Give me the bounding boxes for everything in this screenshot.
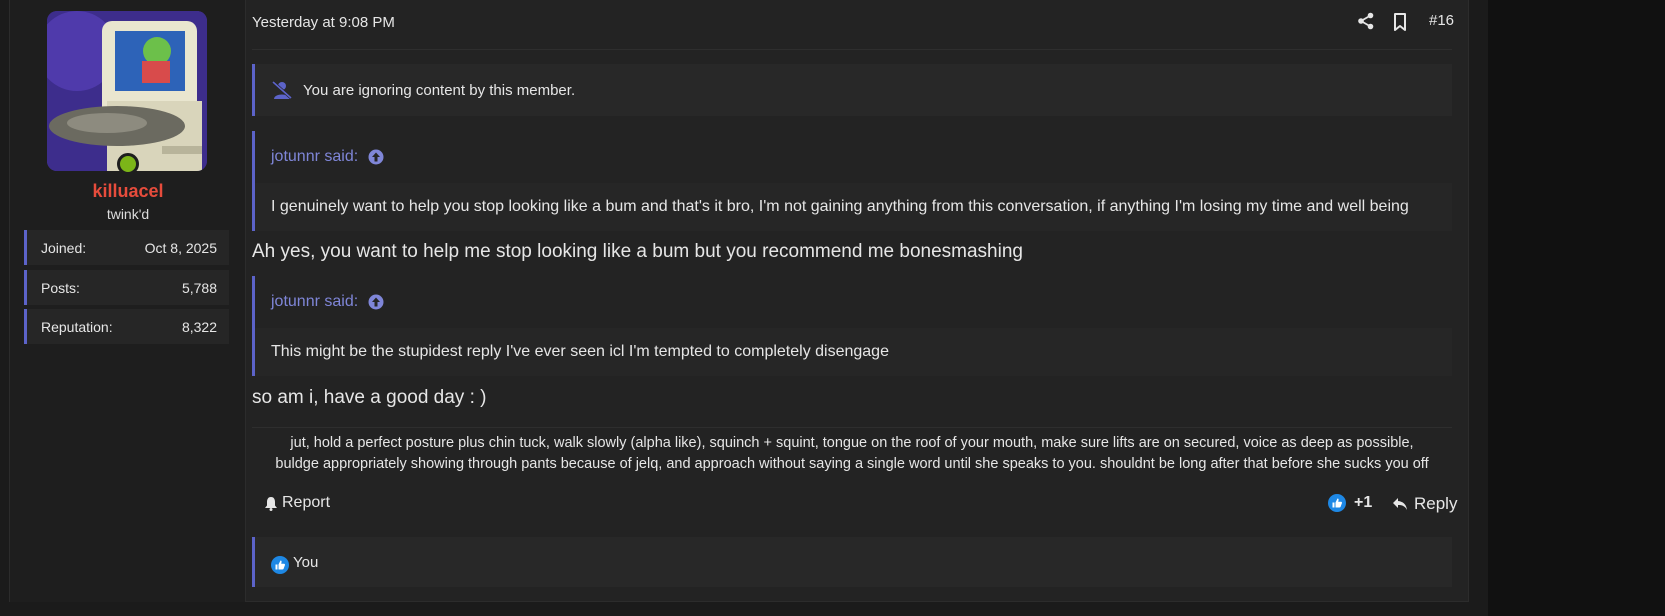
ignored-content-notice[interactable]: You are ignoring content by this member. <box>252 64 1452 116</box>
stat-joined: Joined: Oct 8, 2025 <box>24 230 229 265</box>
thumbs-up-icon <box>1328 494 1346 512</box>
quote-text: I genuinely want to help you stop lookin… <box>271 198 1409 215</box>
quote-block: jotunnr said: I genuinely want to help y… <box>252 131 1452 231</box>
reply-label: Reply <box>1414 494 1458 513</box>
post-number-link[interactable]: #16 <box>1429 12 1454 29</box>
bookmark-icon[interactable] <box>1391 12 1411 32</box>
username[interactable]: killuacel <box>10 181 246 202</box>
avatar[interactable] <box>47 11 207 171</box>
reply-button[interactable]: Reply <box>1392 494 1457 514</box>
post-message-line: so am i, have a good day : ) <box>252 387 487 408</box>
signature-line: jut, hold a perfect posture plus chin tu… <box>290 435 1414 451</box>
stat-label: Joined: <box>41 239 87 256</box>
arrow-up-circle-icon[interactable] <box>368 294 384 310</box>
quote-text: This might be the stupidest reply I've e… <box>271 343 889 360</box>
quote-header: jotunnr said: <box>255 131 1452 183</box>
ignore-notice-text: You are ignoring content by this member. <box>303 81 576 99</box>
user-title: twink'd <box>106 206 150 222</box>
report-label: Report <box>282 494 331 511</box>
quote-author[interactable]: jotunnr said: <box>271 148 358 166</box>
report-button[interactable]: Report <box>264 494 330 512</box>
stat-posts: Posts: 5,788 <box>24 270 229 305</box>
post-date[interactable]: Yesterday at 9:08 PM <box>252 14 395 31</box>
page-background <box>1488 0 1665 616</box>
reply-icon <box>1393 498 1407 510</box>
quote-author[interactable]: jotunnr said: <box>271 293 358 311</box>
like-count: +1 <box>1354 494 1373 511</box>
signature-line: buldge appropriately showing through pan… <box>275 456 1429 472</box>
stat-value: 5,788 <box>181 279 217 296</box>
reactions-list[interactable]: You <box>293 554 318 571</box>
stat-value: Oct 8, 2025 <box>144 239 217 256</box>
muted-user-icon <box>272 80 292 100</box>
arrow-up-circle-icon[interactable] <box>368 149 384 165</box>
quote-block: jotunnr said: This might be the stupides… <box>252 276 1452 376</box>
user-cell: killuacel twink'd Joined: Oct 8, 2025 Po… <box>10 0 246 602</box>
stat-reputation: Reputation: 8,322 <box>24 309 229 344</box>
share-icon[interactable] <box>1357 12 1377 32</box>
like-button[interactable]: +1 <box>1328 494 1372 512</box>
quote-header: jotunnr said: <box>255 276 1452 328</box>
online-status-dot <box>117 153 139 175</box>
signature: jut, hold a perfect posture plus chin tu… <box>252 427 1452 475</box>
avatar-image <box>47 11 207 171</box>
stat-label: Reputation: <box>41 318 113 335</box>
post-message-line: Ah yes, you want to help me stop looking… <box>252 241 1023 262</box>
thumbs-up-icon <box>271 556 289 574</box>
stat-label: Posts: <box>41 279 80 296</box>
post-header: Yesterday at 9:08 PM #16 <box>252 12 1454 50</box>
reactions-bar[interactable]: You <box>252 537 1452 587</box>
bell-icon <box>265 496 277 511</box>
stat-value: 8,322 <box>181 318 217 335</box>
